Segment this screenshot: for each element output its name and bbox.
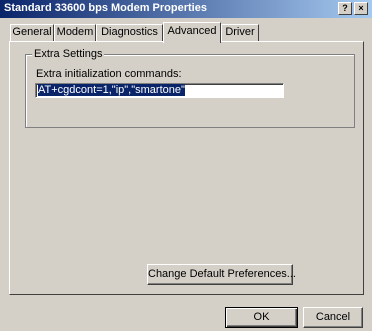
tab-advanced[interactable]: Advanced: [163, 22, 221, 43]
tab-driver[interactable]: Driver: [221, 24, 259, 41]
help-button[interactable]: ?: [338, 2, 352, 15]
ok-button[interactable]: OK: [225, 307, 298, 328]
init-commands-label: Extra initialization commands:: [36, 68, 182, 80]
modem-properties-dialog: Standard 33600 bps Modem Properties ? × …: [0, 0, 372, 331]
init-commands-value: AT+cgdcont=1,"ip","smartone": [38, 84, 185, 96]
advanced-tab-panel: Extra Settings Extra initialization comm…: [9, 41, 364, 295]
tab-modem[interactable]: Modem: [54, 24, 96, 41]
init-commands-input[interactable]: AT+cgdcont=1,"ip","smartone": [35, 83, 284, 98]
extra-settings-group: Extra Settings Extra initialization comm…: [25, 48, 355, 128]
tab-diagnostics[interactable]: Diagnostics: [96, 24, 163, 41]
close-button[interactable]: ×: [354, 2, 368, 15]
change-default-preferences-button[interactable]: Change Default Preferences...: [147, 264, 296, 285]
title-bar[interactable]: Standard 33600 bps Modem Properties ? ×: [0, 0, 372, 18]
window-title: Standard 33600 bps Modem Properties: [4, 2, 207, 14]
tab-general[interactable]: General: [10, 24, 54, 41]
extra-settings-title: Extra Settings: [32, 48, 105, 60]
cancel-button[interactable]: Cancel: [303, 307, 363, 328]
